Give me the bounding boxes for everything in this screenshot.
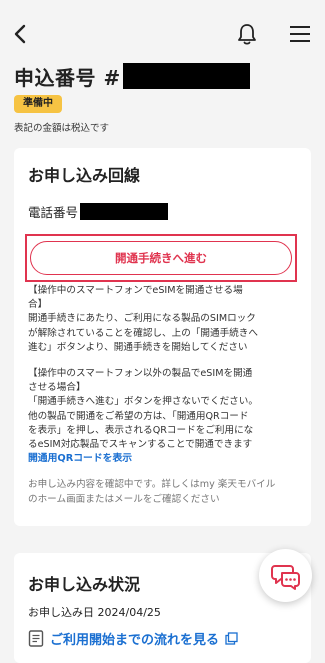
external-link-icon [225,632,238,645]
tax-note: 表記の金額は税込です [14,123,110,134]
confirm-note-line: のホーム画面またはメールをご確認ください [28,493,220,505]
info-line: 開通手続きにあたり、ご利用になる製品のSIMロック [28,313,256,325]
activation-info: 【操作中のスマートフォンでeSIMを開通させる場 合】 開通手続きにあたり、ご利… [28,284,302,507]
confirm-note-line: お申し込み内容を確認中です。詳しくはmy 楽天モバイル [28,479,276,491]
page-title: 申込番号 # [14,65,121,90]
info-line: させる場合】 [28,382,86,394]
info-line: 他の製品で開通をご希望の方は、「開通用QRコード [28,410,249,422]
application-date-label: お申し込み日 [28,606,94,619]
info-line: が解除されていることを確認し、上の「開通手続きへ [28,327,258,339]
document-icon [28,630,44,647]
chat-support-button[interactable] [259,549,312,602]
info-line: るeSIM対応製品でスキャンすることで開通できます [28,439,253,451]
page-title-row: 申込番号 # [14,62,250,90]
redacted-order-number [122,63,250,89]
status-badge: 準備中 [14,95,62,113]
info-line: 進む」ボタンより、開通手続きを開始してください [28,341,248,353]
application-date: 2024/04/25 [97,606,161,619]
proceed-activation-button[interactable]: 開通手続きへ進む [30,241,292,275]
usage-flow-link[interactable]: ご利用開始までの流れを見る [50,629,219,648]
usage-flow-link-row[interactable]: ご利用開始までの流れを見る [28,629,238,648]
back-chevron-icon[interactable] [10,22,32,46]
chat-bubbles-icon [270,564,300,590]
status-card-title: お申し込み状況 [28,575,141,594]
line-card: お申し込み回線 電話番号 開通手続きへ進む 【操作中のスマートフォンでeSIMを… [14,148,311,526]
info-line: 【操作中のスマートフォン以外の製品でeSIMを開通 [28,368,253,380]
phone-number-row: 電話番号 [28,201,169,221]
show-qr-code-link[interactable]: 開通用QRコードを表示 [28,452,302,466]
info-line: 「開通手続きへ進む」ボタンを押さないでください。 [28,396,258,408]
bell-icon[interactable] [236,22,258,46]
info-line: 【操作中のスマートフォンでeSIMを開通させる場 [28,285,243,296]
line-card-title: お申し込み回線 [28,166,141,185]
redacted-phone-number [80,202,169,220]
info-line: 合】 [28,299,48,311]
top-bar [0,0,325,66]
hamburger-menu-icon[interactable] [289,24,311,44]
application-date-row: お申し込み日 2024/04/25 [28,604,161,620]
info-line: を表示」を押し、表示されるQRコードをご利用にな [28,424,254,436]
phone-label: 電話番号 [28,204,79,220]
